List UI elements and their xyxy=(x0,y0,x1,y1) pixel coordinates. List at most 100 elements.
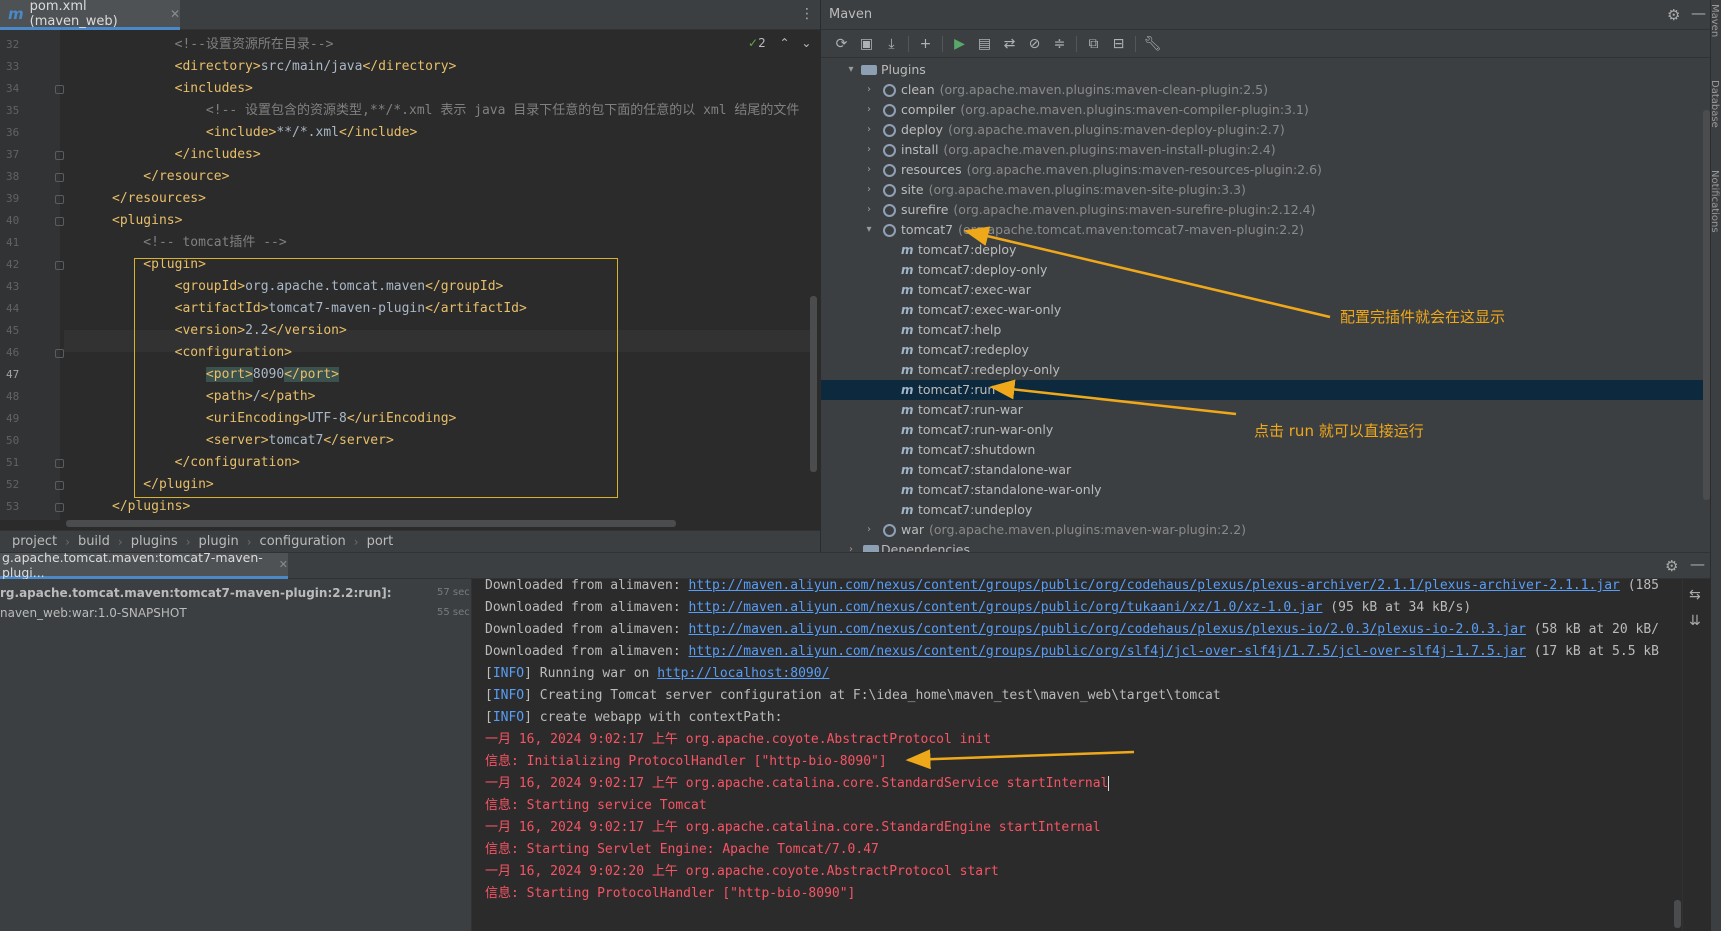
inspection-widget[interactable]: ✓2 ⌃ ⌄ xyxy=(748,36,811,50)
fold-marker-icon[interactable] xyxy=(55,481,64,490)
tree-goal-tomcat7-shutdown[interactable]: m tomcat7:shutdown xyxy=(821,440,1711,460)
dependency-graph-icon[interactable]: ⧉ xyxy=(1081,33,1106,55)
fold-marker-icon[interactable] xyxy=(55,459,64,468)
fold-marker-icon[interactable] xyxy=(55,217,64,226)
fold-marker-icon[interactable] xyxy=(55,195,64,204)
add-icon[interactable]: + xyxy=(913,33,938,55)
chevron-up-icon[interactable]: ⌃ xyxy=(780,36,790,50)
run-tree-item[interactable]: naven_web:war:1.0-SNAPSHOT 55 sec xyxy=(0,603,472,623)
horizontal-scrollbar[interactable] xyxy=(66,520,676,527)
gear-icon[interactable]: ⚙ xyxy=(1667,6,1680,24)
console-link[interactable]: http://maven.aliyun.com/nexus/content/gr… xyxy=(689,644,1526,659)
chevron-right-icon[interactable]: › xyxy=(863,200,875,220)
breadcrumb-item[interactable]: build xyxy=(78,534,110,549)
console-link[interactable]: http://maven.aliyun.com/nexus/content/gr… xyxy=(689,579,1620,593)
stripe-notifications[interactable]: Notifications xyxy=(1709,170,1720,233)
chevron-right-icon[interactable]: › xyxy=(863,520,875,540)
tree-goal-tomcat7-standalone-war[interactable]: m tomcat7:standalone-war xyxy=(821,460,1711,480)
fold-marker-icon[interactable] xyxy=(55,173,64,182)
chevron-right-icon[interactable]: › xyxy=(863,100,875,120)
tree-goal-tomcat7-undeploy[interactable]: m tomcat7:undeploy xyxy=(821,500,1711,520)
tree-plugin-compiler[interactable]: › compiler (org.apache.maven.plugins:maven… xyxy=(821,100,1711,120)
minimize-icon[interactable]: — xyxy=(1690,555,1705,573)
tree-plugins[interactable]: ▾ Plugins xyxy=(821,60,1711,80)
close-icon[interactable]: ✕ xyxy=(279,558,288,571)
vertical-scrollbar[interactable] xyxy=(1674,900,1681,928)
tree-goal-tomcat7-deploy-only[interactable]: m tomcat7:deploy-only xyxy=(821,260,1711,280)
skip-tests-icon[interactable]: ⊘ xyxy=(1022,33,1047,55)
tree-goal-tomcat7-run[interactable]: m tomcat7:run xyxy=(821,380,1711,400)
breadcrumb-item[interactable]: project xyxy=(12,534,57,549)
tree-plugin-site[interactable]: › site (org.apache.maven.plugins:maven-sit… xyxy=(821,180,1711,200)
goal-icon: m xyxy=(901,383,914,397)
console-link[interactable]: http://localhost:8090/ xyxy=(657,666,829,681)
chevron-right-icon[interactable]: › xyxy=(863,120,875,140)
fold-marker-icon[interactable] xyxy=(55,349,64,358)
chevron-right-icon[interactable]: › xyxy=(863,180,875,200)
tree-plugin-install-label: install xyxy=(901,142,939,157)
tree-goal-tomcat7-standalone-war-only[interactable]: m tomcat7:standalone-war-only xyxy=(821,480,1711,500)
code-editor[interactable]: m pom.xml (maven_web) ✕ ⋮ 32 33 34 35 36 37 38… xyxy=(0,0,820,552)
tree-plugin-surefire[interactable]: › surefire (org.apache.maven.plugins:maven… xyxy=(821,200,1711,220)
stripe-database[interactable]: Database xyxy=(1709,80,1720,128)
breadcrumb-separator-icon: › xyxy=(185,534,191,549)
stripe-maven[interactable]: Maven xyxy=(1709,4,1720,37)
vertical-scrollbar[interactable] xyxy=(1703,110,1710,500)
console-output[interactable]: Downloaded from alimaven: http://maven.a… xyxy=(472,579,1682,931)
add-folder-icon[interactable]: ▣ xyxy=(854,33,879,55)
tree-goal-tomcat7-help[interactable]: m tomcat7:help xyxy=(821,320,1711,340)
toggle-offline-icon[interactable]: ⇄ xyxy=(997,33,1022,55)
chevron-right-icon[interactable]: › xyxy=(863,140,875,160)
vertical-scrollbar[interactable] xyxy=(810,296,817,472)
tree-goal-tomcat7-redeploy-only[interactable]: m tomcat7:redeploy-only xyxy=(821,360,1711,380)
breadcrumb-item[interactable]: configuration xyxy=(260,534,346,549)
run-tree[interactable]: rg.apache.tomcat.maven:tomcat7-maven-plu… xyxy=(0,579,472,931)
chevron-down-icon[interactable]: ⌄ xyxy=(801,36,811,50)
tree-goal-tomcat7-redeploy[interactable]: m tomcat7:redeploy xyxy=(821,340,1711,360)
tree-goal-tomcat7-exec-war-only[interactable]: m tomcat7:exec-war-only xyxy=(821,300,1711,320)
tree-plugin-clean[interactable]: › clean (org.apache.maven.plugins:maven-cl… xyxy=(821,80,1711,100)
tree-goal-tomcat7-exec-war[interactable]: m tomcat7:exec-war xyxy=(821,280,1711,300)
maven-tree[interactable]: ▾ Plugins › clean (org.apache.maven.plugins:… xyxy=(821,58,1711,552)
chevron-down-icon[interactable]: ▾ xyxy=(863,220,875,240)
more-options-icon[interactable]: ⋮ xyxy=(800,6,814,22)
tree-goal-tomcat7-deploy[interactable]: m tomcat7:deploy xyxy=(821,240,1711,260)
download-icon[interactable]: ⤓ xyxy=(879,33,904,55)
fold-marker-icon[interactable] xyxy=(55,85,64,94)
tree-plugin-install[interactable]: › install (org.apache.maven.plugins:maven-… xyxy=(821,140,1711,160)
tree-goal-tomcat7-run-war[interactable]: m tomcat7:run-war xyxy=(821,400,1711,420)
collapse-icon[interactable]: ≑ xyxy=(1047,33,1072,55)
console-link[interactable]: http://maven.aliyun.com/nexus/content/gr… xyxy=(689,622,1526,637)
soft-wrap-icon[interactable]: ⇆ xyxy=(1689,587,1701,603)
tree-plugin-resources[interactable]: › resources (org.apache.maven.plugins:mave… xyxy=(821,160,1711,180)
scroll-to-end-icon[interactable]: ⇊ xyxy=(1689,613,1701,629)
tree-plugin-war[interactable]: › war (org.apache.maven.plugins:maven-war-… xyxy=(821,520,1711,540)
minimize-icon[interactable]: — xyxy=(1691,4,1706,22)
gear-icon[interactable]: ⚙ xyxy=(1665,557,1678,575)
run-tab[interactable]: g.apache.tomcat.maven:tomcat7-maven-plug… xyxy=(0,550,288,580)
chevron-right-icon[interactable]: › xyxy=(863,80,875,100)
chevron-right-icon[interactable]: › xyxy=(845,540,857,552)
console-link[interactable]: http://maven.aliyun.com/nexus/content/gr… xyxy=(689,600,1323,615)
fold-marker-icon[interactable] xyxy=(55,503,64,512)
tree-dependencies[interactable]: › Dependencies xyxy=(821,540,1711,552)
tree-plugin-tomcat7[interactable]: ▾ tomcat7 (org.apache.tomcat.maven:tomcat7… xyxy=(821,220,1711,240)
fold-marker-icon[interactable] xyxy=(55,261,64,270)
fold-marker-icon[interactable] xyxy=(55,151,64,160)
close-icon[interactable]: ✕ xyxy=(170,7,180,21)
reload-icon[interactable]: ⟳ xyxy=(829,33,854,55)
collapse-all-icon[interactable]: ⊟ xyxy=(1106,33,1131,55)
chevron-down-icon[interactable]: ▾ xyxy=(845,60,857,80)
console-text: create webapp with contextPath: xyxy=(531,710,783,725)
breadcrumb-item[interactable]: port xyxy=(367,534,394,549)
tree-plugin-deploy[interactable]: › deploy (org.apache.maven.plugins:maven-d… xyxy=(821,120,1711,140)
breadcrumb-item[interactable]: plugins xyxy=(131,534,178,549)
toolbar-divider xyxy=(1135,35,1136,52)
breadcrumb-item[interactable]: plugin xyxy=(199,534,239,549)
chevron-right-icon[interactable]: › xyxy=(863,160,875,180)
execute-goal-icon[interactable]: ▤ xyxy=(972,33,997,55)
tab-pom-xml[interactable]: m pom.xml (maven_web) ✕ xyxy=(0,0,180,30)
run-icon[interactable]: ▶ xyxy=(947,33,972,55)
wrench-icon[interactable]: 🔧︎ xyxy=(1140,33,1165,55)
run-tree-item[interactable]: rg.apache.tomcat.maven:tomcat7-maven-plu… xyxy=(0,583,472,603)
